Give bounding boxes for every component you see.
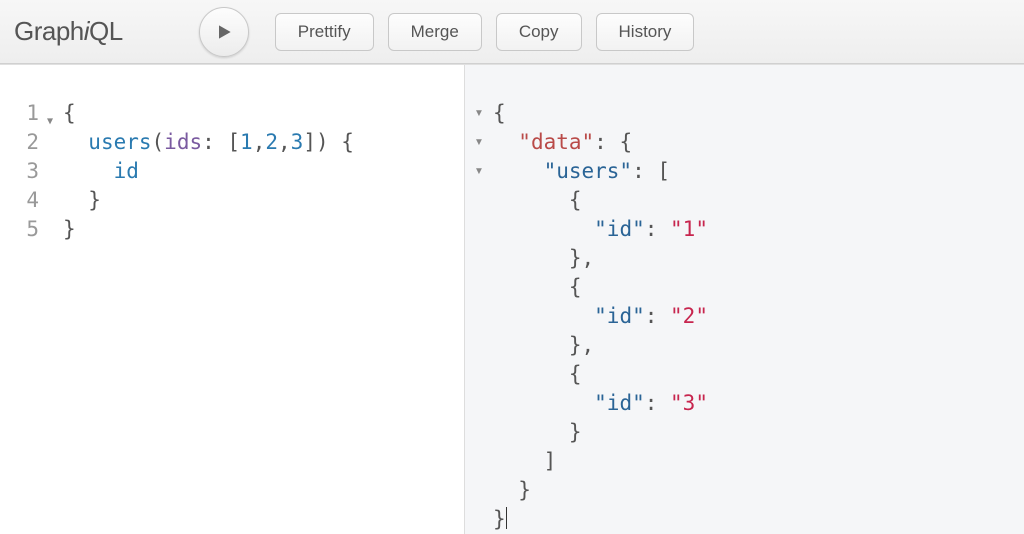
code-line: } xyxy=(63,215,464,244)
result-line: } xyxy=(493,505,1024,534)
play-icon xyxy=(214,22,234,42)
fold-spacer xyxy=(465,244,493,273)
fold-spacer xyxy=(465,215,493,244)
fold-spacer xyxy=(465,360,493,389)
result-line: "id": "1" xyxy=(493,215,1024,244)
editor-panes: 1▼2345 { users(ids: [1,2,3]) { id }} ▼▼▼… xyxy=(0,64,1024,534)
copy-button[interactable]: Copy xyxy=(496,13,582,51)
result-line: { xyxy=(493,273,1024,302)
query-code[interactable]: { users(ids: [1,2,3]) { id }} xyxy=(45,65,464,534)
fold-spacer xyxy=(465,273,493,302)
result-line: }, xyxy=(493,331,1024,360)
graphiql-logo: GraphiQL xyxy=(14,16,123,47)
fold-spacer xyxy=(465,389,493,418)
result-line: "id": "3" xyxy=(493,389,1024,418)
query-editor[interactable]: 1▼2345 { users(ids: [1,2,3]) { id }} xyxy=(0,65,465,534)
logo-text-post: QL xyxy=(89,16,123,46)
history-button[interactable]: History xyxy=(596,13,695,51)
fold-spacer xyxy=(465,331,493,360)
prettify-button[interactable]: Prettify xyxy=(275,13,374,51)
text-cursor xyxy=(506,507,507,529)
fold-spacer xyxy=(465,476,493,505)
fold-icon[interactable]: ▼ xyxy=(465,157,493,186)
code-line: users(ids: [1,2,3]) { xyxy=(63,128,464,157)
line-number-gutter: 1▼2345 xyxy=(0,65,45,534)
line-number: 2 xyxy=(0,128,39,157)
result-line: "users": [ xyxy=(493,157,1024,186)
line-number: 4 xyxy=(0,186,39,215)
result-line: } xyxy=(493,418,1024,447)
result-line: { xyxy=(493,99,1024,128)
result-line: "id": "2" xyxy=(493,302,1024,331)
fold-spacer xyxy=(465,302,493,331)
fold-spacer xyxy=(465,186,493,215)
line-number: 1▼ xyxy=(0,99,39,128)
merge-button[interactable]: Merge xyxy=(388,13,482,51)
code-line: { xyxy=(63,99,464,128)
logo-text-pre: Graph xyxy=(14,16,84,46)
toolbar-buttons: Prettify Merge Copy History xyxy=(275,13,695,51)
result-pane: ▼▼▼ { "data": { "users": [ { "id": "1" }… xyxy=(465,65,1024,534)
line-number: 5 xyxy=(0,215,39,244)
result-fold-gutter: ▼▼▼ xyxy=(465,65,493,534)
result-line: ] xyxy=(493,447,1024,476)
result-line: }, xyxy=(493,244,1024,273)
result-code: { "data": { "users": [ { "id": "1" }, { … xyxy=(493,65,1024,534)
toolbar: GraphiQL Prettify Merge Copy History xyxy=(0,0,1024,64)
result-line: { xyxy=(493,186,1024,215)
fold-icon[interactable]: ▼ xyxy=(47,107,53,136)
line-number: 3 xyxy=(0,157,39,186)
result-line: "data": { xyxy=(493,128,1024,157)
execute-button[interactable] xyxy=(199,7,249,57)
fold-icon[interactable]: ▼ xyxy=(465,128,493,157)
result-line: } xyxy=(493,476,1024,505)
code-line: } xyxy=(63,186,464,215)
fold-spacer xyxy=(465,447,493,476)
result-line: { xyxy=(493,360,1024,389)
fold-spacer xyxy=(465,418,493,447)
fold-icon[interactable]: ▼ xyxy=(465,99,493,128)
code-line: id xyxy=(63,157,464,186)
